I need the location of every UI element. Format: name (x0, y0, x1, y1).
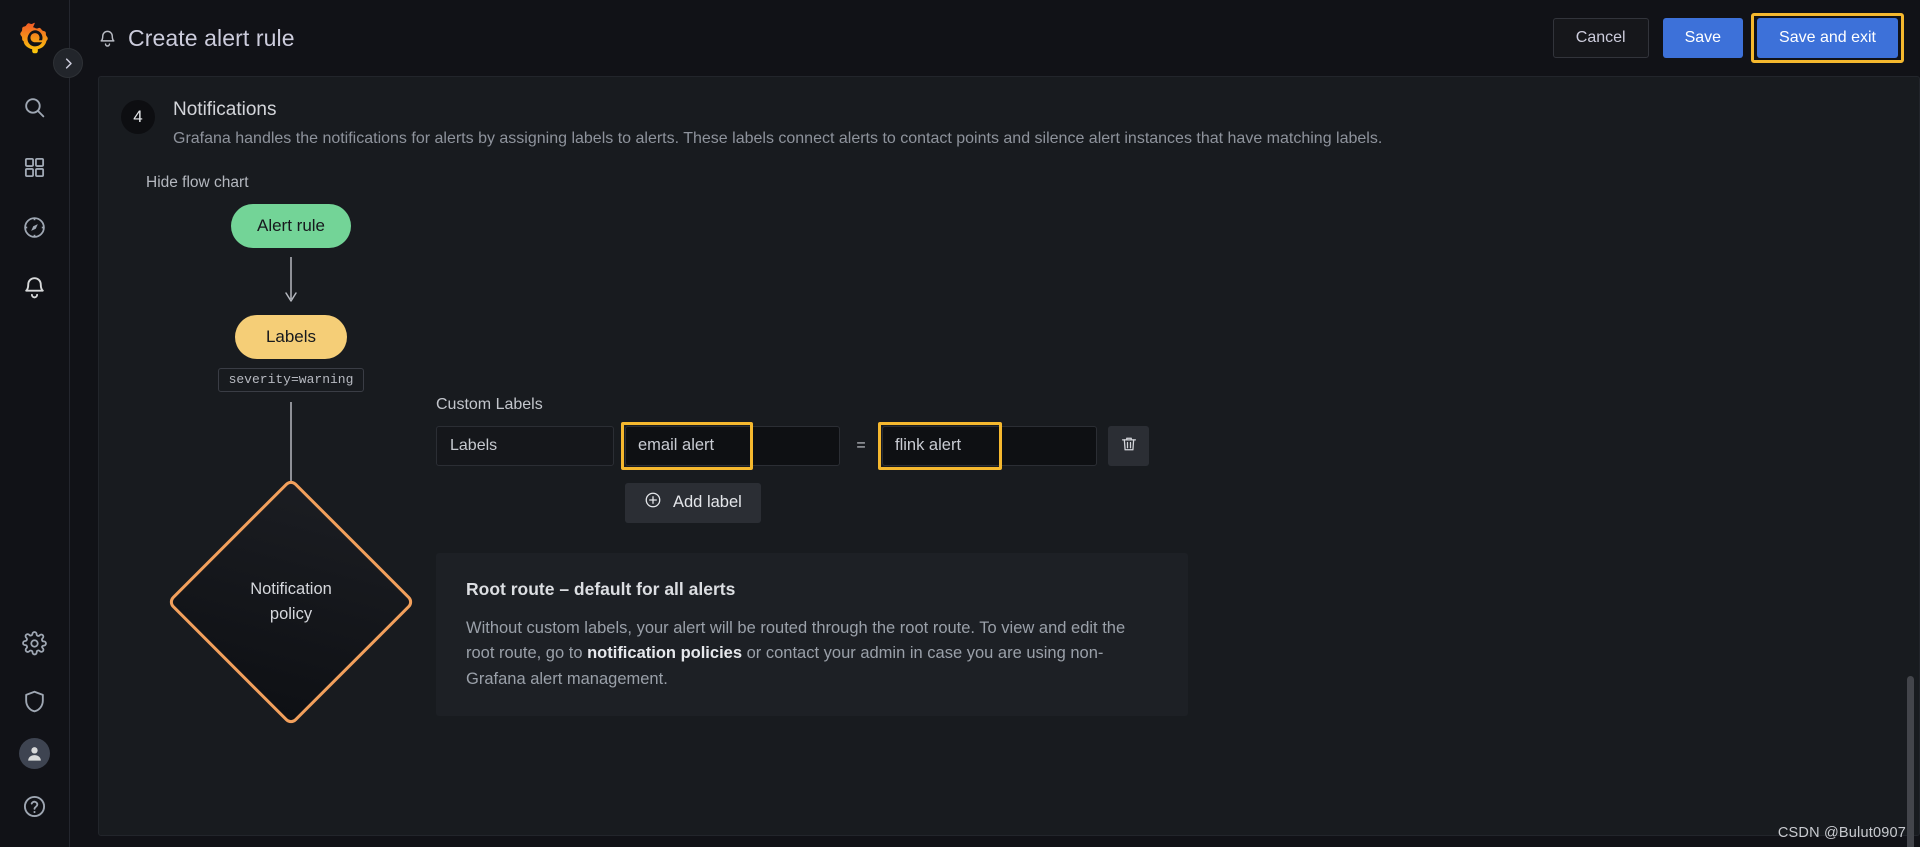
sidebar-item-configuration[interactable] (12, 620, 58, 666)
flow-node-notification-policy: Notification policy (166, 477, 416, 727)
root-route-body: Without custom labels, your alert will b… (466, 616, 1158, 693)
breadcrumb: Create alert rule (98, 25, 295, 52)
labels-config-column: Custom Labels Labels = (436, 192, 1919, 717)
cancel-button[interactable]: Cancel (1552, 18, 1649, 58)
sidebar-item-search[interactable] (12, 84, 58, 130)
label-value-cell (878, 421, 1097, 470)
save-and-exit-button[interactable]: Save and exit (1757, 18, 1898, 58)
trash-icon (1120, 435, 1138, 456)
save-and-exit-highlight: Save and exit (1751, 13, 1904, 63)
sidebar-item-explore[interactable] (12, 204, 58, 250)
flow-node-alert-rule: Alert rule (230, 203, 352, 248)
step-title: Notifications (173, 99, 277, 120)
label-key-cell (621, 421, 840, 470)
notification-policy-label: Notification policy (250, 577, 332, 627)
sidebar-item-dashboards[interactable] (12, 144, 58, 190)
root-route-card: Root route – default for all alerts With… (436, 552, 1188, 717)
equals-separator: = (856, 436, 866, 454)
sidebar (0, 0, 83, 847)
app-root: Create alert rule Cancel Save Save and e… (0, 0, 1920, 847)
delete-label-button[interactable] (1108, 425, 1149, 466)
sidebar-item-alerting[interactable] (12, 264, 58, 310)
add-label-text: Add label (673, 493, 742, 512)
custom-labels-heading: Custom Labels (436, 395, 543, 413)
content-scroll-area[interactable]: 4 Notifications Grafana handles the noti… (70, 76, 1920, 847)
flow-node-labels: Labels (235, 314, 347, 359)
top-bar: Create alert rule Cancel Save Save and e… (70, 0, 1920, 76)
page-title: Create alert rule (128, 24, 295, 51)
grafana-logo-icon[interactable] (15, 18, 55, 58)
root-route-title: Root route – default for all alerts (466, 578, 736, 599)
vertical-scrollbar[interactable] (1907, 676, 1914, 847)
notifications-body: Alert rule Labels severity=warning Notif… (99, 192, 1919, 727)
flow-arrow-1-icon (282, 256, 300, 307)
custom-label-row: Labels = (436, 421, 1879, 470)
label-value-input[interactable] (882, 425, 1097, 466)
sidebar-expand-button[interactable] (53, 48, 83, 78)
flow-chart: Alert rule Labels severity=warning Notif… (146, 192, 436, 727)
label-row-title: Labels (436, 425, 614, 466)
toggle-flow-chart-button[interactable]: Hide flow chart (146, 174, 249, 192)
severity-tag: severity=warning (217, 367, 365, 392)
avatar[interactable] (19, 738, 50, 769)
step-number-badge: 4 (121, 100, 155, 134)
bell-icon (98, 29, 117, 48)
notifications-step-panel: 4 Notifications Grafana handles the noti… (98, 76, 1920, 836)
label-key-input[interactable] (625, 425, 840, 466)
watermark: CSDN @Bulut0907 (1777, 825, 1906, 841)
plus-circle-icon (644, 491, 662, 514)
notification-policy-line-2: policy (269, 604, 313, 623)
sidebar-item-help[interactable] (12, 783, 58, 829)
step-description: Grafana handles the notifications for al… (173, 130, 1383, 147)
step-header: 4 Notifications Grafana handles the noti… (99, 99, 1919, 150)
sidebar-item-server-admin[interactable] (12, 678, 58, 724)
save-button[interactable]: Save (1662, 18, 1744, 58)
step-text-group: Notifications Grafana handles the notifi… (173, 99, 1382, 150)
main-area: Create alert rule Cancel Save Save and e… (70, 0, 1920, 847)
top-bar-actions: Cancel Save Save and exit (1552, 13, 1904, 63)
sidebar-bottom-group (12, 620, 58, 847)
notification-policy-line-1: Notification (250, 579, 332, 598)
notification-policies-link[interactable]: notification policies (587, 644, 742, 662)
add-label-button[interactable]: Add label (625, 482, 761, 523)
